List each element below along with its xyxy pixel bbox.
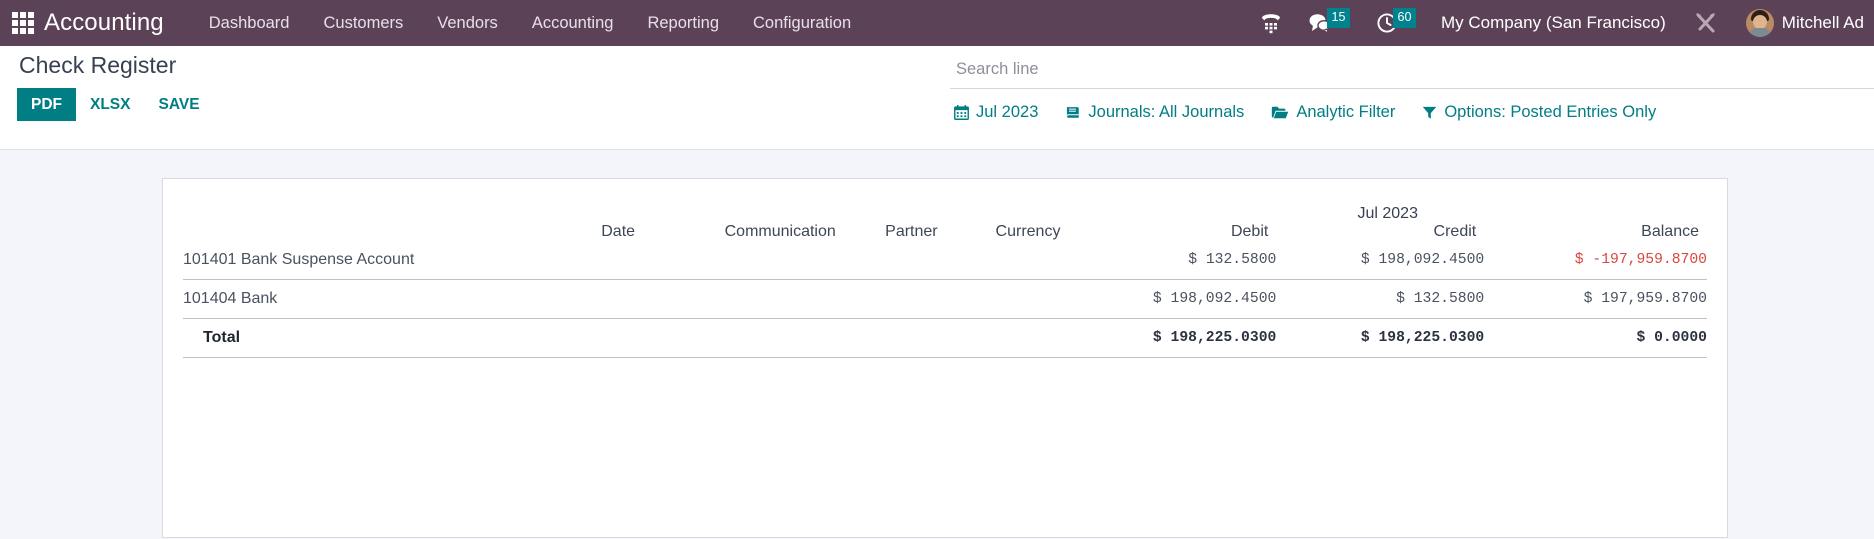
report-area: Jul 2023 Date Communication Partner Curr…	[0, 150, 1874, 538]
row-account-name: Total	[183, 318, 573, 358]
row-debit: $ 198,225.0300	[1068, 318, 1277, 358]
column-header-balance[interactable]: Balance	[1484, 223, 1707, 241]
export-xlsx-button[interactable]: XLSX	[76, 88, 144, 121]
menu-item-vendors[interactable]: Vendors	[420, 0, 515, 46]
column-header-partner[interactable]: Partner	[844, 223, 946, 241]
row-communication	[643, 241, 844, 280]
row-communication	[643, 279, 844, 319]
control-panel-right: Jul 2023 Journals: All Journals Analytic…	[950, 54, 1874, 122]
funnel-icon	[1423, 106, 1437, 119]
column-header-debit[interactable]: Debit	[1068, 223, 1276, 241]
messages-badge-count: 15	[1326, 8, 1350, 28]
row-partner	[843, 318, 946, 358]
export-pdf-button[interactable]: PDF	[17, 87, 76, 121]
activities-badge-count: 60	[1392, 8, 1416, 28]
menu-item-configuration[interactable]: Configuration	[736, 0, 868, 46]
column-header-date[interactable]: Date	[573, 223, 643, 241]
menu-item-customers[interactable]: Customers	[306, 0, 420, 46]
options-filter[interactable]: Options: Posted Entries Only	[1422, 103, 1656, 122]
messages-menu[interactable]: 15	[1308, 0, 1350, 46]
column-header-communication[interactable]: Communication	[643, 223, 844, 241]
row-partner	[843, 279, 946, 319]
phone-dialpad-icon[interactable]	[1260, 0, 1282, 46]
control-panel-left: Check Register PDF XLSX SAVE	[17, 52, 214, 121]
row-debit: $ 198,092.4500	[1068, 279, 1277, 319]
date-filter[interactable]: Jul 2023	[954, 103, 1038, 122]
period-header-row: Jul 2023	[183, 205, 1707, 223]
row-account-name: 101401 Bank Suspense Account	[183, 241, 573, 280]
save-button[interactable]: SAVE	[144, 88, 213, 121]
folder-open-icon	[1272, 106, 1289, 119]
row-balance: $ 0.0000	[1484, 318, 1707, 358]
analytic-filter[interactable]: Analytic Filter	[1271, 103, 1395, 122]
period-spacer-left	[183, 205, 573, 223]
row-debit: $ 132.5800	[1068, 241, 1277, 280]
journals-filter[interactable]: Journals: All Journals	[1065, 103, 1244, 122]
column-header-credit[interactable]: Credit	[1276, 223, 1484, 241]
row-credit: $ 198,225.0300	[1276, 318, 1485, 358]
row-currency	[945, 279, 1069, 319]
systray: 15 60 My Company (San Francisco) Mitchel…	[1247, 0, 1874, 46]
row-currency	[945, 318, 1069, 358]
activities-menu[interactable]: 60	[1376, 0, 1416, 46]
book-icon	[1066, 107, 1080, 118]
apps-grid-icon[interactable]	[10, 10, 36, 36]
period-spacer-currency	[946, 205, 1069, 223]
control-panel: Check Register PDF XLSX SAVE Search line…	[0, 46, 1874, 150]
row-date	[572, 318, 644, 358]
row-date	[572, 241, 644, 280]
company-switcher[interactable]: My Company (San Francisco)	[1441, 13, 1666, 33]
export-button-group: PDF XLSX SAVE	[17, 87, 214, 121]
menu-item-dashboard[interactable]: Dashboard	[192, 0, 307, 46]
table-row[interactable]: 101401 Bank Suspense Account $ 132.5800 …	[183, 241, 1707, 280]
user-menu[interactable]: Mitchell Ad	[1782, 13, 1874, 33]
table-row-total: Total $ 198,225.0300 $ 198,225.0300 $ 0.…	[183, 318, 1707, 358]
row-partner	[843, 241, 946, 280]
row-credit: $ 132.5800	[1276, 279, 1485, 319]
table-row[interactable]: 101404 Bank $ 198,092.4500 $ 132.5800 $ …	[183, 279, 1707, 319]
filter-row: Jul 2023 Journals: All Journals Analytic…	[950, 103, 1874, 122]
menu-item-accounting[interactable]: Accounting	[515, 0, 631, 46]
row-communication	[643, 318, 844, 358]
calendar-icon	[954, 105, 969, 120]
wrench-screwdriver-icon[interactable]	[1693, 0, 1719, 46]
report-body: 101401 Bank Suspense Account $ 132.5800 …	[183, 241, 1707, 358]
period-spacer-partner	[844, 205, 946, 223]
options-filter-label: Options: Posted Entries Only	[1444, 103, 1657, 121]
page-title: Check Register	[19, 52, 177, 78]
search-box[interactable]	[950, 54, 1874, 89]
period-spacer-communication	[643, 205, 844, 223]
journals-filter-label: Journals: All Journals	[1088, 103, 1245, 121]
app-brand-accounting[interactable]: Accounting	[44, 9, 164, 37]
search-input[interactable]	[954, 59, 1842, 80]
column-header-row: Date Communication Partner Currency Debi…	[183, 223, 1707, 241]
column-header-account	[183, 223, 573, 241]
check-register-table: Jul 2023 Date Communication Partner Curr…	[183, 205, 1707, 358]
menu-item-reporting[interactable]: Reporting	[630, 0, 736, 46]
row-balance: $ 197,959.8700	[1484, 279, 1707, 319]
avatar[interactable]	[1745, 9, 1774, 37]
row-credit: $ 198,092.4500	[1276, 241, 1485, 280]
date-filter-label: Jul 2023	[976, 103, 1039, 121]
row-currency	[945, 241, 1069, 280]
top-navbar: Accounting Dashboard Customers Vendors A…	[0, 0, 1874, 46]
report-sheet: Jul 2023 Date Communication Partner Curr…	[162, 178, 1728, 538]
row-date	[572, 279, 644, 319]
column-header-currency[interactable]: Currency	[946, 223, 1069, 241]
row-account-name: 101404 Bank	[183, 279, 573, 319]
report-period-label: Jul 2023	[1357, 205, 1418, 222]
analytic-filter-label: Analytic Filter	[1296, 103, 1396, 121]
row-balance: $ -197,959.8700	[1484, 241, 1707, 280]
period-spacer-date	[573, 205, 643, 223]
